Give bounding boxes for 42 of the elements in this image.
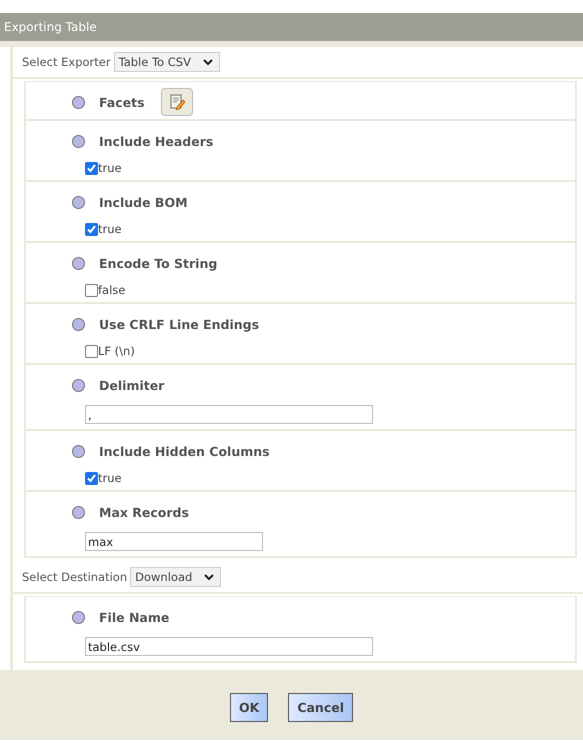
checkbox-label: false	[98, 283, 126, 297]
bullet-icon	[72, 196, 85, 208]
text-field[interactable]: ,	[85, 405, 373, 424]
property-label: Use CRLF Line Endings	[99, 316, 260, 332]
destination-select[interactable]: Download	[130, 567, 222, 587]
checkbox[interactable]	[85, 162, 98, 174]
property-label: Include BOM	[99, 194, 188, 210]
chevron-down-icon	[204, 574, 214, 580]
checkbox[interactable]	[85, 284, 98, 296]
exporter-label: Select Exporter	[22, 55, 111, 69]
property-label: Max Records	[99, 504, 189, 520]
checkbox[interactable]	[85, 344, 98, 358]
chevron-down-icon	[202, 58, 213, 66]
edit-button[interactable]	[160, 88, 193, 116]
destination-label: Select Destination	[22, 570, 128, 584]
checkbox-label: true	[98, 222, 122, 236]
checkbox-label: true	[98, 471, 122, 485]
checkbox-label: LF (\n)	[98, 344, 135, 358]
property-label: Include Headers	[99, 134, 214, 148]
bullet-icon	[72, 378, 85, 392]
text-field[interactable]: table.csv	[85, 637, 373, 656]
cancel-button[interactable]: Cancel	[288, 692, 353, 722]
bullet-icon	[72, 610, 85, 624]
property-label: Encode To String	[99, 256, 218, 270]
checkbox[interactable]	[85, 472, 98, 484]
window-title: Exporting Table	[4, 20, 97, 34]
bullet-icon	[72, 256, 85, 270]
bullet-icon	[72, 318, 85, 330]
text-field[interactable]: max	[85, 532, 263, 551]
edit-document-icon	[168, 94, 185, 110]
bullet-icon	[72, 506, 85, 518]
bullet-icon	[72, 134, 85, 148]
property-label: Delimiter	[99, 378, 164, 392]
ok-button[interactable]: OK	[230, 692, 268, 722]
property-label: Include Hidden Columns	[99, 444, 270, 458]
exporter-select[interactable]: Table To CSV	[114, 52, 220, 72]
property-label: File Name	[99, 610, 170, 624]
bullet-icon	[72, 96, 85, 108]
bullet-icon	[72, 444, 85, 458]
property-label: Facets	[99, 94, 145, 110]
checkbox-label: true	[98, 161, 122, 175]
checkbox[interactable]	[85, 222, 98, 236]
